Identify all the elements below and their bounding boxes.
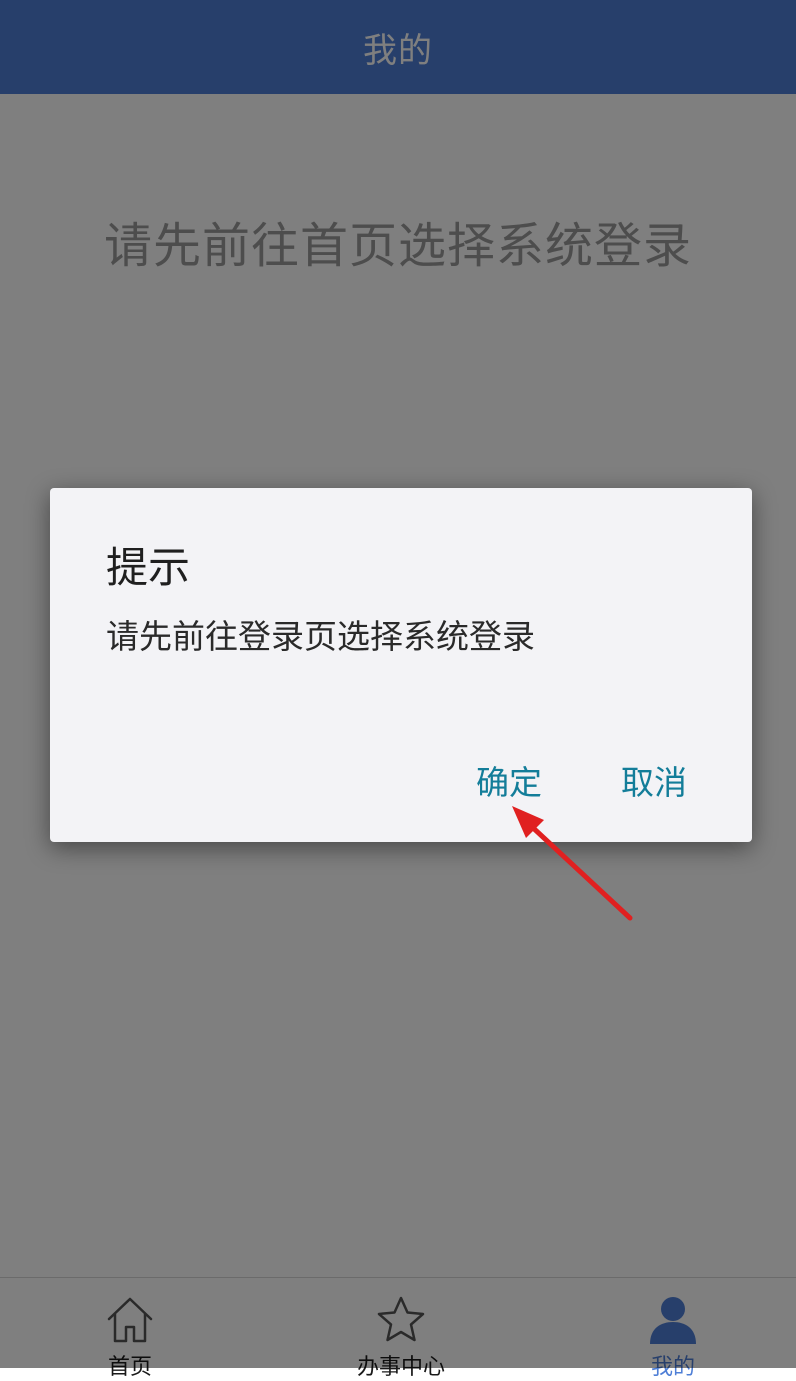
cancel-button[interactable]: 取消 [621, 756, 687, 804]
dialog-title: 提示 [106, 543, 191, 592]
dialog-message: 请先前往登录页选择系统登录 [106, 617, 535, 656]
confirm-button[interactable]: 确定 [476, 756, 542, 804]
alert-dialog: 提示 请先前往登录页选择系统登录 确定 取消 [50, 488, 752, 842]
